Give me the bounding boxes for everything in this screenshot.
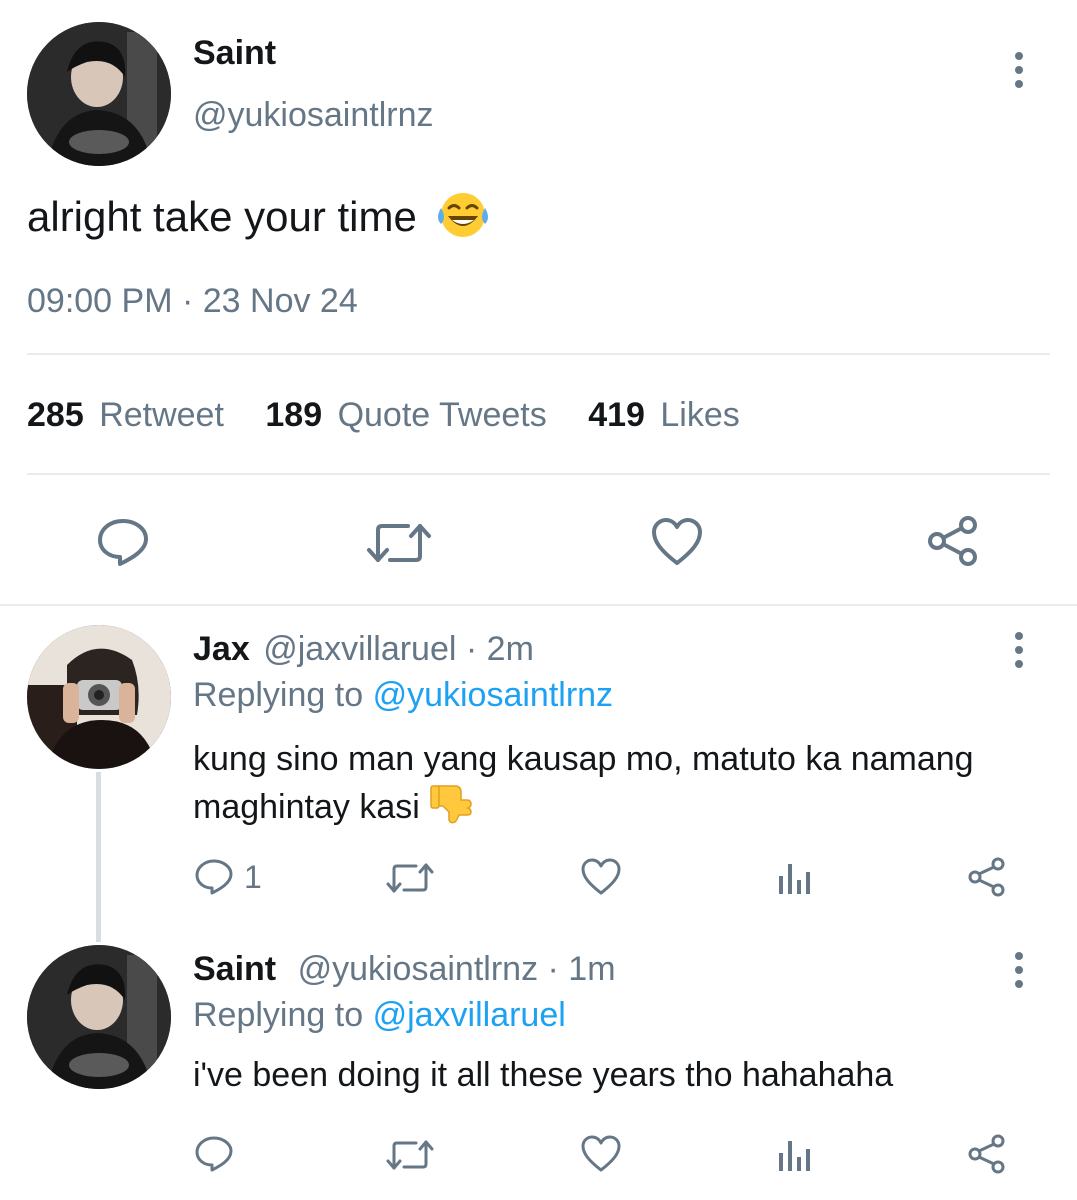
avatar-saint-reply[interactable]	[27, 945, 171, 1089]
reply1-text-line1: kung sino man yang kausap mo, matuto ka …	[193, 740, 974, 778]
reply1-share-icon[interactable]	[966, 856, 1008, 898]
reply1-analytics-icon[interactable]	[776, 860, 812, 896]
reply2-text: i've been doing it all these years tho h…	[193, 1056, 894, 1094]
reply2-display-name[interactable]: Saint	[193, 950, 276, 988]
main-timestamp[interactable]: 09:00 PM · 23 Nov 24	[27, 282, 358, 321]
reply1-display-name[interactable]: Jax	[193, 630, 250, 668]
reply2-share-icon[interactable]	[966, 1133, 1008, 1175]
reply1-text-line2: maghintay kasi	[193, 787, 420, 826]
thumbs-down-emoji	[429, 782, 475, 836]
reply1-like-icon[interactable]	[580, 858, 622, 896]
engagement-stats: 285 Retweet 189 Quote Tweets 419 Likes	[27, 396, 740, 435]
main-display-name[interactable]: Saint	[193, 34, 276, 73]
divider-1	[27, 353, 1050, 355]
reply1-more-options-icon[interactable]	[1014, 632, 1024, 668]
divider-3	[0, 604, 1077, 606]
avatar-jax-image	[27, 625, 171, 769]
divider-2	[27, 473, 1050, 475]
reply2-like-icon[interactable]	[580, 1135, 622, 1173]
avatar-saint[interactable]	[27, 22, 171, 166]
reply1-reply-icon[interactable]	[194, 858, 234, 896]
reply-icon[interactable]	[96, 517, 150, 567]
reply1-replying-link[interactable]: @yukiosaintlrnz	[373, 676, 614, 714]
avatar-saint-reply-image	[27, 945, 171, 1089]
reply2-replying-link[interactable]: @jaxvillaruel	[373, 996, 566, 1034]
likes-count: 419	[588, 396, 645, 434]
reply1-handle[interactable]: @jaxvillaruel	[263, 630, 456, 668]
main-tweet-text-content: alright take your time	[27, 193, 417, 241]
share-icon[interactable]	[926, 514, 982, 568]
main-tweet-text: alright take your time	[27, 190, 491, 250]
reply1-header: Jax @jaxvillaruel · 2m	[193, 630, 534, 669]
reply2-handle[interactable]: @yukiosaintlrnz	[298, 950, 539, 988]
main-handle[interactable]: @yukiosaintlrnz	[193, 96, 434, 135]
reply2-time: · 1m	[547, 950, 616, 988]
joy-emoji	[435, 190, 491, 250]
retweets-stat[interactable]: 285 Retweet	[27, 396, 233, 434]
reply2-reply-icon[interactable]	[194, 1135, 234, 1173]
reply1-replying-prefix: Replying to	[193, 676, 364, 714]
reply2-analytics-icon[interactable]	[776, 1137, 812, 1173]
reply2-header: Saint @yukiosaintlrnz · 1m	[193, 950, 616, 989]
reply2-retweet-icon[interactable]	[385, 1138, 435, 1172]
retweets-label: Retweet	[99, 396, 224, 434]
quotes-label: Quote Tweets	[337, 396, 547, 434]
likes-stat[interactable]: 419 Likes	[588, 396, 740, 434]
reply2-more-options-icon[interactable]	[1014, 952, 1024, 988]
avatar-jax[interactable]	[27, 625, 171, 769]
reply2-replying-to: Replying to @jaxvillaruel	[193, 996, 566, 1035]
reply1-replying-to: Replying to @yukiosaintlrnz	[193, 676, 613, 715]
like-icon[interactable]	[650, 517, 704, 567]
reply1-reply-count: 1	[244, 859, 262, 895]
likes-label: Likes	[660, 396, 740, 434]
reply1-retweet-icon[interactable]	[385, 861, 435, 895]
reply2-replying-prefix: Replying to	[193, 996, 364, 1034]
avatar-saint-image	[27, 22, 171, 166]
retweets-count: 285	[27, 396, 84, 434]
quotes-stat[interactable]: 189 Quote Tweets	[265, 396, 556, 434]
retweet-icon[interactable]	[366, 520, 432, 566]
thread-line	[96, 772, 101, 942]
quotes-count: 189	[265, 396, 323, 434]
reply1-time: · 2m	[465, 630, 534, 668]
reply1-text: kung sino man yang kausap mo, matuto ka …	[193, 736, 974, 836]
more-options-icon[interactable]	[1014, 52, 1024, 88]
